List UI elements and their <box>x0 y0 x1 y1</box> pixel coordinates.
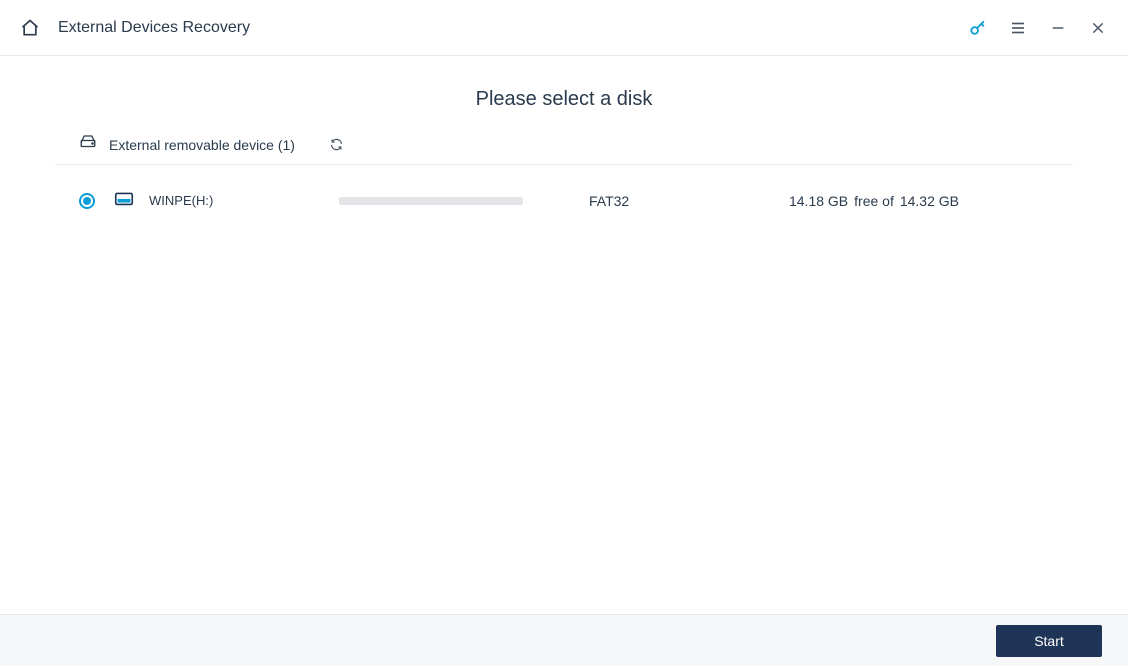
refresh-icon[interactable] <box>329 137 344 152</box>
disk-filesystem: FAT32 <box>589 193 669 209</box>
start-button[interactable]: Start <box>996 625 1102 657</box>
disk-row[interactable]: WINPE(H:) FAT32 14.18 GB free of 14.32 G… <box>55 165 1073 236</box>
disk-total: 14.32 GB <box>900 193 959 209</box>
disk-size-info: 14.18 GB free of 14.32 GB <box>789 193 1049 209</box>
prompt-heading: Please select a disk <box>55 88 1073 111</box>
page-title: External Devices Recovery <box>58 19 250 37</box>
titlebar: External Devices Recovery <box>0 0 1128 56</box>
disk-free: 14.18 GB <box>789 193 848 209</box>
disk-icon <box>113 187 135 214</box>
home-icon[interactable] <box>20 18 40 38</box>
usage-bar <box>339 197 523 205</box>
disk-free-label: free of <box>854 193 894 209</box>
titlebar-right <box>968 18 1108 38</box>
close-icon[interactable] <box>1088 18 1108 38</box>
radio-dot <box>83 197 91 205</box>
titlebar-left: External Devices Recovery <box>20 18 250 38</box>
device-category-label: External removable device (1) <box>109 137 295 153</box>
drive-category-icon <box>79 133 97 156</box>
disk-radio[interactable] <box>79 193 95 209</box>
disk-name: WINPE(H:) <box>149 193 329 208</box>
key-icon[interactable] <box>968 18 988 38</box>
menu-icon[interactable] <box>1008 18 1028 38</box>
main-content: Please select a disk External removable … <box>0 56 1128 236</box>
minimize-icon[interactable] <box>1048 18 1068 38</box>
footer: Start <box>0 614 1128 666</box>
device-category-row: External removable device (1) <box>55 133 1073 165</box>
